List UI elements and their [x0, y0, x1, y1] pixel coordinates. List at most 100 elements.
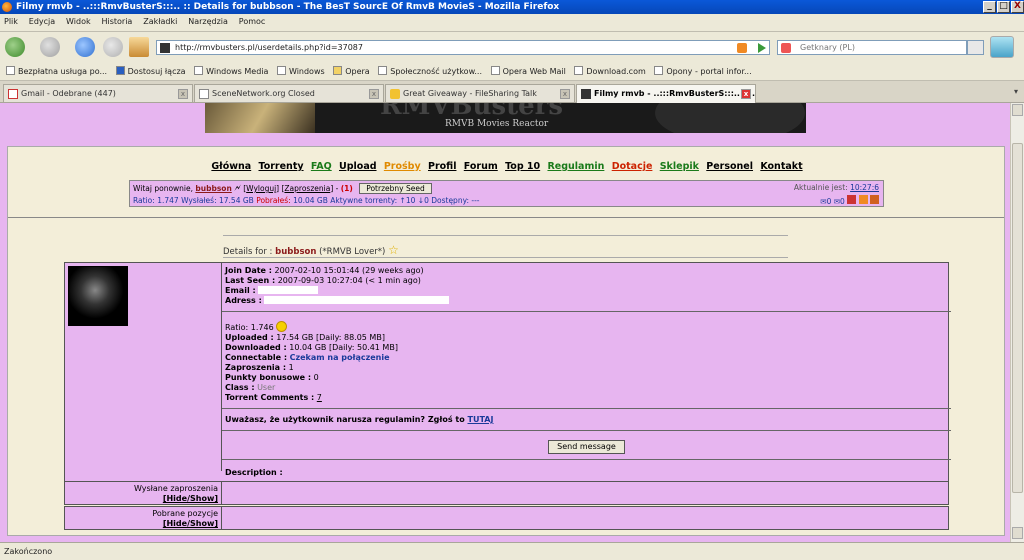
- user-icon[interactable]: [847, 195, 857, 204]
- nav-link-pro-by[interactable]: Prośby: [384, 161, 421, 172]
- logout-link[interactable]: Wyloguj: [246, 184, 276, 193]
- details-heading: Details for : bubbson (*RMVB Lover*) ☆: [223, 243, 399, 257]
- page-icon: [276, 66, 286, 75]
- menu-file[interactable]: Plik: [0, 14, 22, 29]
- uploaded-value: 17.54 GB [Daily: 88.05 MB]: [276, 333, 385, 342]
- nav-link-faq[interactable]: FAQ: [311, 161, 332, 172]
- tab-rmvbusters[interactable]: Filmy rmvb - ..:::RmvBusterS:::.. :: ...…: [576, 84, 756, 103]
- nav-link-profil[interactable]: Profil: [428, 161, 456, 172]
- tab-filesharing[interactable]: Great Giveaway - FileSharing Talk x: [385, 84, 575, 102]
- nav-link-torrenty[interactable]: Torrenty: [259, 161, 304, 172]
- nav-link-forum[interactable]: Forum: [464, 161, 498, 172]
- tab-list-icon[interactable]: ▾: [1010, 87, 1022, 99]
- page-icon: [574, 66, 584, 75]
- menu-edit[interactable]: Edycja: [25, 14, 59, 29]
- uploaded-label: Wysłałeś:: [181, 196, 217, 205]
- invites-link[interactable]: Zaproszenia: [284, 184, 330, 193]
- welcome-text: Witaj ponownie,: [133, 184, 193, 193]
- maximize-button[interactable]: □: [997, 1, 1010, 13]
- tab-label: SceneNetwork.org Closed: [212, 89, 315, 98]
- bookmark-icon[interactable]: [870, 195, 879, 204]
- menu-bookmarks[interactable]: Zakładki: [139, 14, 181, 29]
- close-tab-icon[interactable]: x: [741, 89, 751, 99]
- downloaded-items-row: Pobrane pozycje [Hide/Show]: [64, 506, 949, 530]
- bookmark-item[interactable]: Opera Web Mail: [490, 62, 566, 80]
- menu-help[interactable]: Pomoc: [235, 14, 270, 29]
- nav-link-regulamin[interactable]: Regulamin: [547, 161, 604, 172]
- nav-link-g-wna[interactable]: Główna: [211, 161, 251, 172]
- nav-link-sklepik[interactable]: Sklepik: [660, 161, 699, 172]
- bookmark-item[interactable]: Windows Media: [194, 62, 268, 80]
- menu-tools[interactable]: Narzędzia: [184, 14, 232, 29]
- scrollbar-thumb[interactable]: [1012, 143, 1023, 493]
- class-label: Class :: [225, 383, 255, 392]
- sent-invites-toggle[interactable]: [Hide/Show]: [65, 494, 218, 504]
- active-torrents-label: Aktywne torrenty:: [330, 196, 398, 205]
- forum-icon: [390, 89, 400, 99]
- divider: [222, 311, 951, 312]
- close-button[interactable]: X: [1011, 1, 1024, 13]
- join-date-value: 2007-02-10 15:01:44 (29 weeks ago): [274, 266, 424, 275]
- go-arrow-icon[interactable]: [758, 43, 766, 53]
- bookmark-item[interactable]: Opony - portal infor...: [654, 62, 752, 80]
- home-icon[interactable]: [129, 37, 149, 57]
- available-value: ---: [471, 196, 480, 205]
- close-tab-icon[interactable]: x: [560, 89, 570, 99]
- stop-icon[interactable]: [103, 37, 123, 57]
- rss-icon[interactable]: [858, 195, 868, 204]
- active-down-value: 0: [424, 196, 429, 205]
- seed-needed-button[interactable]: Potrzebny Seed: [359, 183, 432, 194]
- username-link[interactable]: bubbson: [195, 184, 231, 193]
- status-text: Zakończono: [4, 547, 53, 556]
- page-icon: [490, 66, 500, 75]
- comments-link[interactable]: 7: [317, 393, 322, 402]
- sent-count: 0: [840, 197, 845, 206]
- skype-icon[interactable]: [990, 36, 1014, 58]
- page-viewport: RMVBusters RMVB Movies Reactor Główna To…: [0, 103, 1010, 542]
- search-box[interactable]: Getknary (PL): [777, 40, 967, 55]
- last-seen-label: Last Seen :: [225, 276, 276, 285]
- vertical-scrollbar[interactable]: [1010, 103, 1024, 542]
- banner-subtitle: RMVB Movies Reactor: [445, 119, 549, 129]
- back-arrow-icon[interactable]: [5, 37, 25, 57]
- reload-icon[interactable]: [75, 37, 95, 57]
- menu-history[interactable]: Historia: [97, 14, 136, 29]
- bookmark-item[interactable]: Download.com: [574, 62, 646, 80]
- close-tab-icon[interactable]: x: [369, 89, 379, 99]
- send-message-button[interactable]: Send message: [548, 440, 625, 454]
- nav-link-personel[interactable]: Personel: [706, 161, 753, 172]
- nav-link-kontakt[interactable]: Kontakt: [760, 161, 802, 172]
- tab-bar: Gmail - Odebrane (447) x SceneNetwork.or…: [0, 81, 1024, 103]
- search-icon[interactable]: [967, 40, 984, 55]
- bookmark-item[interactable]: Dostosuj łącza: [115, 62, 186, 80]
- ratio-value: 1.746: [250, 323, 274, 332]
- menu-view[interactable]: Widok: [62, 14, 95, 29]
- scroll-up-icon[interactable]: [1012, 104, 1023, 116]
- status-bar: Zakończono: [0, 542, 1024, 560]
- minimize-button[interactable]: _: [983, 1, 996, 13]
- tab-gmail[interactable]: Gmail - Odebrane (447) x: [3, 84, 193, 102]
- details-heading-prefix: Details for :: [223, 247, 273, 257]
- rss-icon[interactable]: [737, 43, 747, 53]
- forward-arrow-icon[interactable]: [40, 37, 60, 57]
- search-engine-icon[interactable]: [781, 43, 791, 53]
- bookmark-item[interactable]: Bezpłatna usługa po...: [6, 62, 107, 80]
- bookmark-item[interactable]: Opera: [333, 62, 370, 80]
- divider: [222, 408, 951, 409]
- downloaded-value: 10.04 GB: [293, 196, 328, 205]
- address-bar[interactable]: http://rmvbusters.pl/userdetails.php?id=…: [156, 40, 770, 55]
- nav-link-upload[interactable]: Upload: [339, 161, 377, 172]
- close-tab-icon[interactable]: x: [178, 89, 188, 99]
- bookmark-item[interactable]: Społeczność użytkow...: [378, 62, 482, 80]
- report-link[interactable]: TUTAJ: [468, 415, 494, 424]
- eagle-image: [205, 103, 315, 133]
- scroll-down-icon[interactable]: [1012, 527, 1023, 539]
- content-panel: Główna Torrenty FAQ Upload Prośby Profil…: [7, 146, 1005, 536]
- tab-scenenetwork[interactable]: SceneNetwork.org Closed x: [194, 84, 384, 102]
- nav-link-dotacje[interactable]: Dotacje: [612, 161, 653, 172]
- downloaded-items-toggle[interactable]: [Hide/Show]: [65, 519, 218, 529]
- bookmark-item[interactable]: Windows: [276, 62, 325, 80]
- avatar: [68, 266, 128, 326]
- nav-link-top-10[interactable]: Top 10: [505, 161, 540, 172]
- address-label: Adress :: [225, 296, 262, 305]
